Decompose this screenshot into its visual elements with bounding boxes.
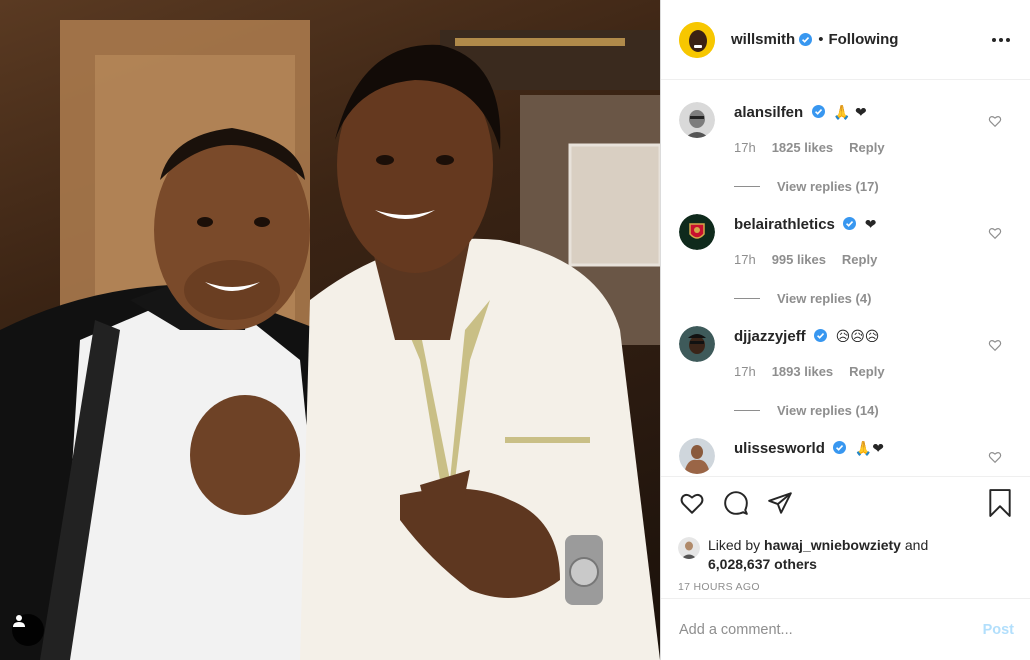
comment-text: 😥😥😥 — [835, 329, 880, 345]
comment-line: belairathletics ❤ — [734, 216, 990, 234]
author-username[interactable]: willsmith — [731, 31, 795, 48]
post-actions: Liked by hawaj_wniebowziety and 6,028,63… — [661, 476, 1030, 597]
commenter-avatar[interactable] — [679, 438, 715, 474]
comment-body: alansilfen 🙏 ❤ 17h 1825 likes Reply View… — [734, 104, 990, 194]
comment-meta: 17h 1825 likes Reply — [734, 140, 990, 155]
comments-list[interactable]: alansilfen 🙏 ❤ 17h 1825 likes Reply View… — [661, 80, 1030, 476]
comment-glyph — [724, 491, 748, 515]
comment-item: alansilfen 🙏 ❤ 17h 1825 likes Reply View… — [679, 98, 1030, 210]
liked-by-text: Liked by hawaj_wniebowziety and 6,028,63… — [708, 536, 928, 574]
commenter-username[interactable]: djjazzyjeff — [734, 328, 806, 345]
more-options-icon[interactable] — [988, 32, 1014, 48]
comment-like-heart-icon[interactable] — [988, 450, 1002, 464]
verified-badge-icon — [843, 217, 857, 230]
comment-like-heart-icon[interactable] — [988, 226, 1002, 240]
more-dot — [999, 37, 1003, 42]
header-separator-dot: • — [818, 31, 824, 48]
comment-age[interactable]: 17h — [734, 364, 756, 379]
comment-item: belairathletics ❤ 17h 995 likes Reply Vi… — [679, 210, 1030, 322]
commenter-avatar-image — [679, 326, 715, 362]
following-button[interactable]: Following — [828, 31, 898, 48]
post-photo[interactable] — [0, 0, 660, 660]
commenter-avatar[interactable] — [679, 214, 715, 250]
liked-by-row: Liked by hawaj_wniebowziety and 6,028,63… — [678, 536, 1014, 574]
commenter-username[interactable]: belairathletics — [734, 216, 835, 233]
share-glyph — [768, 492, 792, 514]
view-replies-button[interactable]: View replies (17) — [734, 179, 990, 194]
verified-badge-icon — [833, 441, 847, 454]
comment-line: alansilfen 🙏 ❤ — [734, 104, 990, 122]
comment-like-heart-icon[interactable] — [988, 338, 1002, 352]
comment-body: djjazzyjeff 😥😥😥 17h 1893 likes Reply Vie… — [734, 328, 990, 418]
liker-avatar[interactable] — [678, 537, 700, 559]
commenter-avatar-image — [679, 102, 715, 138]
reply-button[interactable]: Reply — [849, 140, 884, 155]
view-replies-label: View replies (17) — [777, 179, 879, 194]
commenter-avatar[interactable] — [679, 102, 715, 138]
more-dot — [1006, 37, 1010, 42]
comment-meta: 17h 995 likes Reply — [734, 252, 990, 267]
bookmark-icon[interactable] — [986, 489, 1014, 517]
user-tag-button[interactable] — [12, 614, 44, 646]
user-tag-icon — [13, 615, 25, 627]
post-comment-button[interactable]: Post — [983, 622, 1014, 638]
likes-others-count[interactable]: 6,028,637 others — [708, 556, 817, 572]
view-replies-label: View replies (14) — [777, 403, 879, 418]
replies-divider — [734, 410, 760, 411]
commenter-username[interactable]: alansilfen — [734, 104, 803, 121]
comment-text: ❤ — [864, 217, 877, 233]
share-icon[interactable] — [766, 489, 794, 517]
commenter-avatar-image — [679, 438, 715, 474]
photo-illustration — [0, 20, 660, 660]
comment-line: djjazzyjeff 😥😥😥 — [734, 328, 990, 346]
comment-item: djjazzyjeff 😥😥😥 17h 1893 likes Reply Vie… — [679, 322, 1030, 434]
view-replies-label: View replies (4) — [777, 291, 872, 306]
replies-divider — [734, 186, 760, 187]
comment-input[interactable] — [679, 621, 983, 638]
comment-likes-count[interactable]: 1893 likes — [772, 364, 833, 379]
view-replies-button[interactable]: View replies (4) — [734, 291, 990, 306]
replies-divider — [734, 298, 760, 299]
post-timestamp[interactable]: 17 HOURS AGO — [678, 581, 1014, 593]
view-replies-button[interactable]: View replies (14) — [734, 403, 990, 418]
comment-likes-count[interactable]: 995 likes — [772, 252, 826, 267]
commenter-avatar[interactable] — [679, 326, 715, 362]
comment-body: ulissesworld 🙏❤ — [734, 440, 990, 458]
commenter-avatar-image — [679, 214, 715, 250]
comment-body: belairathletics ❤ 17h 995 likes Reply Vi… — [734, 216, 990, 306]
verified-badge-icon — [814, 329, 828, 342]
add-comment-bar: Post — [661, 598, 1030, 660]
action-bar — [678, 489, 1014, 517]
liked-by-user[interactable]: hawaj_wniebowziety — [764, 537, 901, 553]
comment-text: 🙏 ❤ — [833, 105, 867, 121]
comment-meta: 17h 1893 likes Reply — [734, 364, 990, 379]
post-header: willsmith • Following — [661, 0, 1030, 80]
liked-by-connector: and — [904, 537, 929, 553]
reply-button[interactable]: Reply — [849, 364, 884, 379]
comment-likes-count[interactable]: 1825 likes — [772, 140, 833, 155]
heart-icon[interactable] — [678, 489, 706, 517]
comment-age[interactable]: 17h — [734, 140, 756, 155]
liked-by-prefix: Liked by — [708, 537, 761, 553]
more-dot — [992, 37, 996, 42]
author-avatar[interactable] — [679, 21, 715, 58]
commenter-username[interactable]: ulissesworld — [734, 440, 825, 457]
comment-icon[interactable] — [722, 489, 750, 517]
comment-age[interactable]: 17h — [734, 252, 756, 267]
comment-like-heart-icon[interactable] — [988, 114, 1002, 128]
like-glyph — [680, 493, 704, 514]
author-avatar-image — [679, 21, 715, 58]
comment-text: 🙏❤ — [854, 441, 884, 457]
reply-button[interactable]: Reply — [842, 252, 877, 267]
comment-item: ulissesworld 🙏❤ — [679, 434, 1030, 476]
liker-avatar-image — [678, 537, 700, 559]
comment-line: ulissesworld 🙏❤ — [734, 440, 990, 458]
post-sidebar: willsmith • Following alansilfen 🙏 ❤ 17h… — [660, 0, 1030, 660]
verified-badge-icon — [799, 33, 813, 46]
verified-badge-icon — [811, 105, 825, 118]
save-glyph — [989, 489, 1011, 517]
